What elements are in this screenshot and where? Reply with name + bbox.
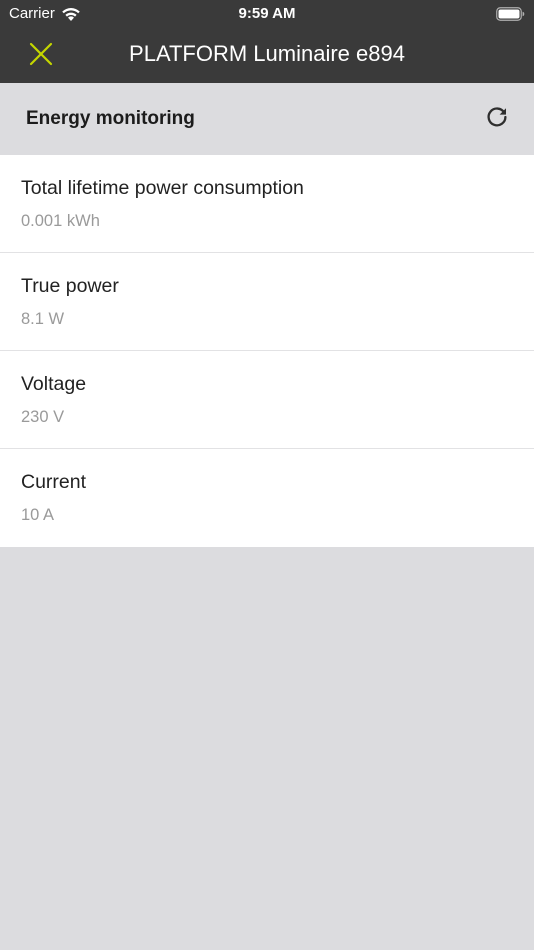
list-item-true-power: True power 8.1 W <box>0 253 534 351</box>
metric-label: Voltage <box>21 373 87 395</box>
list-item-voltage: Voltage 230 V <box>0 351 534 449</box>
close-button[interactable] <box>20 35 62 77</box>
metric-value: 10 A <box>21 506 55 524</box>
refresh-button[interactable] <box>478 100 516 138</box>
page-title: PLATFORM Luminaire e894 <box>129 41 405 66</box>
status-time: 9:59 AM <box>238 5 296 22</box>
metric-value: 8.1 W <box>21 310 65 328</box>
navigation-bar: PLATFORM Luminaire e894 <box>0 28 534 83</box>
metric-label: Current <box>21 471 87 493</box>
list-item-total-consumption: Total lifetime power consumption 0.001 k… <box>0 155 534 253</box>
section-header: Energy monitoring <box>0 83 534 155</box>
list-item-current: Current 10 A <box>0 449 534 547</box>
metric-value: 0.001 kWh <box>21 212 100 230</box>
metric-value: 230 V <box>21 408 65 426</box>
top-bar: Carrier 9:59 AM PLATFORM Luminaire e894 <box>0 0 534 83</box>
metric-label: True power <box>21 275 119 297</box>
battery-icon <box>496 7 525 21</box>
metric-label: Total lifetime power consumption <box>21 177 304 199</box>
energy-monitoring-screen: Carrier 9:59 AM PLATFORM Luminaire e894 … <box>0 0 534 950</box>
refresh-icon <box>485 105 509 134</box>
status-bar: Carrier 9:59 AM <box>0 0 534 28</box>
section-title: Energy monitoring <box>26 108 195 129</box>
metrics-list: Total lifetime power consumption 0.001 k… <box>0 155 534 547</box>
close-icon <box>29 42 53 71</box>
